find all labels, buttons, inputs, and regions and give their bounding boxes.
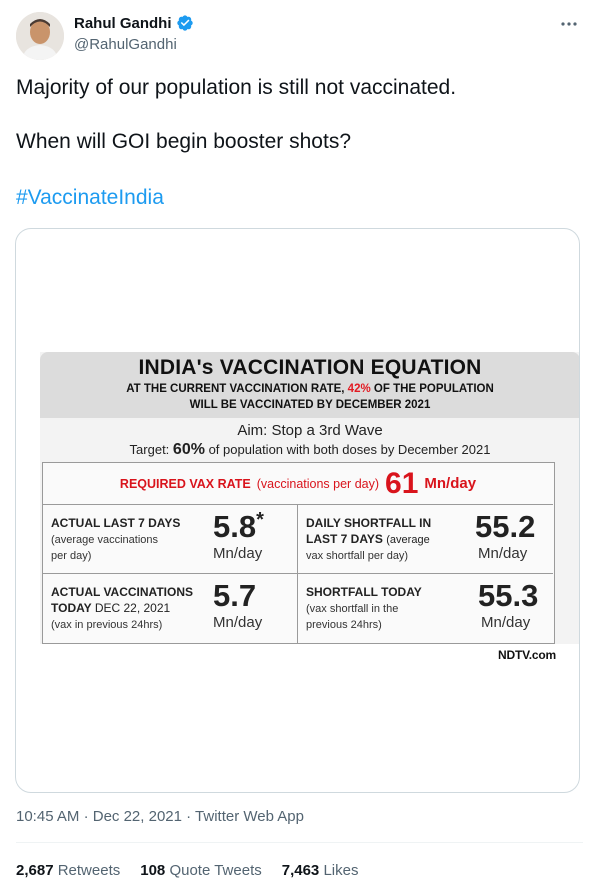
avatar-image (16, 12, 64, 60)
cell-unit: Mn/day (478, 545, 528, 562)
separator-dot: · (186, 808, 192, 825)
target-description: of population with both doses by Decembe… (208, 442, 491, 457)
divider (16, 842, 583, 843)
likes-count: 7,463 (281, 862, 320, 879)
cell-title-2-note: DEC 22, 2021 (94, 601, 171, 615)
cell-desc-1: (vax shortfall in the (306, 603, 399, 615)
hashtag-link[interactable]: #VaccinateIndia (16, 186, 164, 210)
author-name-row[interactable]: Rahul Gandhi (74, 14, 194, 32)
infographic-subtitle-2: WILL BE VACCINATED BY DECEMBER 2021 (189, 399, 431, 411)
verified-badge-icon (176, 15, 193, 31)
cell-value: 55.2 (475, 509, 536, 544)
tweet-media[interactable]: INDIA's VACCINATION EQUATION AT THE CURR… (15, 228, 580, 793)
source-logo: NDTV.com (498, 648, 556, 662)
cell-value-number: 5.8 (213, 509, 257, 544)
avatar[interactable] (16, 12, 64, 60)
cell-desc-2: per day) (51, 550, 92, 562)
cell-desc-2: previous 24hrs) (306, 619, 382, 631)
likes-stat[interactable]: 7,463 Likes (282, 862, 359, 879)
target-text: Target: 60% of population with both dose… (40, 441, 579, 459)
display-name[interactable]: Rahul Gandhi (74, 15, 172, 32)
tweet-text-line2: When will GOI begin booster shots? (16, 130, 351, 153)
required-rate-label: REQUIRED VAX RATE (119, 476, 251, 491)
cell-actual-vaccinations-today: ACTUAL VACCINATIONS TODAY DEC 22, 2021 (… (43, 574, 298, 643)
cell-value: 5.7 (213, 578, 257, 613)
cell-value: 55.3 (478, 578, 539, 613)
subtitle-percent: 42% (347, 383, 371, 395)
cell-unit: Mn/day (213, 614, 263, 631)
infographic-header: INDIA's VACCINATION EQUATION AT THE CURR… (40, 352, 579, 418)
cell-title-2: TODAY DEC 22, 2021 (51, 600, 170, 616)
infographic-title: INDIA's VACCINATION EQUATION (138, 356, 482, 379)
aim-text: Aim: Stop a 3rd Wave (237, 422, 383, 439)
retweets-count: 2,687 (16, 862, 54, 879)
required-rate-unit: Mn/day (424, 475, 477, 492)
tweet-time[interactable]: 10:45 AM (16, 808, 79, 825)
cell-title-2-text: LAST 7 DAYS (306, 532, 383, 546)
separator-dot: · (83, 808, 89, 825)
cell-title-1: ACTUAL VACCINATIONS (51, 585, 193, 599)
required-rate-row: REQUIRED VAX RATE (vaccinations per day)… (43, 463, 553, 505)
cell-value: 5.8* (213, 509, 264, 545)
cell-title-2: LAST 7 DAYS (average (306, 531, 430, 548)
likes-label: Likes (323, 862, 359, 879)
cell-actual-last-7-days: ACTUAL LAST 7 DAYS (average vaccinations… (43, 505, 298, 574)
target-label: Target: (129, 442, 170, 457)
cell-value-asterisk: * (256, 509, 264, 531)
infographic: INDIA's VACCINATION EQUATION AT THE CURR… (40, 352, 579, 662)
cell-title-1: DAILY SHORTFALL IN (306, 516, 432, 530)
target-percent: 60% (172, 441, 205, 458)
required-rate-sublabel: (vaccinations per day) (256, 476, 380, 491)
cell-title-2-note: (average (386, 534, 430, 546)
tweet-source-app[interactable]: Twitter Web App (195, 808, 304, 825)
infographic-subtitle-1: AT THE CURRENT VACCINATION RATE, 42% OF … (40, 383, 579, 395)
cell-daily-shortfall: DAILY SHORTFALL IN LAST 7 DAYS (average … (298, 505, 553, 574)
cell-unit: Mn/day (213, 545, 263, 562)
cell-title: ACTUAL LAST 7 DAYS (51, 516, 181, 530)
more-options-icon[interactable] (559, 14, 579, 34)
cell-unit: Mn/day (481, 614, 531, 631)
subtitle-text-a: AT THE CURRENT VACCINATION RATE, (126, 383, 345, 395)
cell-desc: vax shortfall per day) (306, 550, 409, 562)
tweet-date[interactable]: Dec 22, 2021 (93, 808, 182, 825)
engagement-stats: 2,687 Retweets 108 Quote Tweets 7,463 Li… (16, 862, 358, 879)
quote-tweets-label: Quote Tweets (169, 862, 262, 879)
tweet-meta: 10:45 AM · Dec 22, 2021 · Twitter Web Ap… (16, 808, 304, 825)
retweets-stat[interactable]: 2,687 Retweets (16, 862, 120, 879)
cell-desc-1: (average vaccinations (51, 534, 159, 546)
subtitle-text-b: OF THE POPULATION (373, 383, 494, 395)
quote-tweets-stat[interactable]: 108 Quote Tweets (140, 862, 261, 879)
cell-title-2-text: TODAY (51, 601, 92, 615)
cell-desc: (vax in previous 24hrs) (51, 619, 163, 631)
vaccination-grid: REQUIRED VAX RATE (vaccinations per day)… (42, 462, 555, 644)
required-rate-value: 61 (385, 466, 419, 500)
tweet-text-line1: Majority of our population is still not … (16, 76, 457, 99)
retweets-label: Retweets (57, 862, 121, 879)
quote-tweets-count: 108 (140, 862, 166, 879)
cell-shortfall-today: SHORTFALL TODAY (vax shortfall in the pr… (298, 574, 553, 643)
cell-title: SHORTFALL TODAY (306, 585, 422, 599)
handle[interactable]: @RahulGandhi (74, 36, 177, 53)
